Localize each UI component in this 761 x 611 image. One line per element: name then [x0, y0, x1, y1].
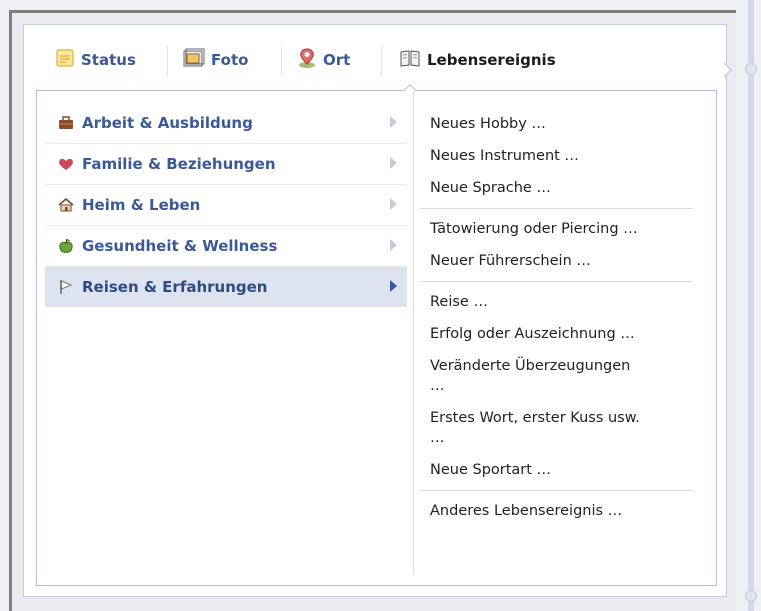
menu-divider: [413, 91, 414, 575]
event-option-line: …: [430, 378, 445, 394]
event-option-line: Veränderte Überzeugungen: [430, 358, 631, 374]
event-option[interactable]: Neue Sprache …: [420, 172, 693, 204]
category-label: Arbeit & Ausbildung: [82, 114, 253, 132]
tab-label: Foto: [211, 51, 249, 69]
category-label: Reisen & Erfahrungen: [82, 278, 268, 296]
chevron-right-icon: [390, 116, 397, 128]
tab-life-event[interactable]: Lebensereignis: [399, 40, 556, 80]
tab-label: Lebensereignis: [427, 51, 556, 69]
briefcase-icon: [57, 116, 75, 130]
chevron-right-icon: [390, 280, 397, 292]
event-option-line: …: [430, 430, 445, 446]
category-work-education[interactable]: Arbeit & Ausbildung: [45, 103, 407, 144]
timeline-dot: [745, 63, 757, 75]
event-option[interactable]: Neues Hobby …: [420, 108, 693, 140]
active-tab-notch: [403, 82, 417, 91]
group-separator: [420, 490, 693, 491]
photo-icon: [183, 48, 205, 72]
category-label: Familie & Beziehungen: [82, 155, 276, 173]
category-label: Gesundheit & Wellness: [82, 237, 278, 255]
tab-location[interactable]: Ort: [297, 40, 350, 80]
panel-pointer-inner: [723, 63, 730, 77]
chevron-right-icon: [390, 198, 397, 210]
category-list: Arbeit & Ausbildung Familie & Beziehunge…: [45, 103, 407, 307]
tab-photo[interactable]: Foto: [183, 40, 248, 80]
location-pin-icon: [297, 47, 317, 73]
category-label: Heim & Leben: [82, 196, 201, 214]
apple-icon: [57, 238, 75, 254]
chevron-right-icon: [390, 157, 397, 169]
event-option[interactable]: Neues Instrument …: [420, 140, 693, 172]
category-health-wellness[interactable]: Gesundheit & Wellness: [45, 226, 407, 267]
timeline-dot: [745, 590, 757, 602]
event-option[interactable]: Neue Sportart …: [420, 454, 693, 486]
category-travel-experiences[interactable]: Reisen & Erfahrungen: [45, 267, 407, 307]
event-option[interactable]: Erfolg oder Auszeichnung …: [420, 318, 693, 350]
chevron-right-icon: [390, 239, 397, 251]
house-icon: [57, 198, 75, 212]
category-home-living[interactable]: Heim & Leben: [45, 185, 407, 226]
event-option[interactable]: Anderes Lebensereignis …: [420, 495, 693, 527]
event-option[interactable]: Tätowierung oder Piercing …: [420, 213, 693, 245]
tab-divider: [281, 46, 282, 76]
flag-icon: [57, 279, 75, 295]
tab-divider: [381, 46, 382, 76]
tab-status[interactable]: Status: [55, 40, 136, 80]
category-family-relationships[interactable]: Familie & Beziehungen: [45, 144, 407, 185]
group-separator: [420, 281, 693, 282]
event-option[interactable]: Veränderte Überzeugungen …: [420, 350, 693, 402]
life-event-options: Neues Hobby … Neues Instrument … Neue Sp…: [420, 108, 693, 527]
tab-label: Status: [81, 51, 136, 69]
event-option[interactable]: Erstes Wort, erster Kuss usw. …: [420, 402, 693, 454]
event-option[interactable]: Neuer Führerschein …: [420, 245, 693, 277]
tab-divider: [167, 46, 168, 76]
event-option-line: Erstes Wort, erster Kuss usw.: [430, 410, 640, 426]
tab-label: Ort: [323, 51, 351, 69]
open-book-icon: [399, 48, 421, 72]
event-option[interactable]: Reise …: [420, 286, 693, 318]
heart-icon: [57, 157, 75, 171]
status-icon: [55, 48, 75, 72]
group-separator: [420, 208, 693, 209]
timeline-line: [748, 0, 754, 611]
